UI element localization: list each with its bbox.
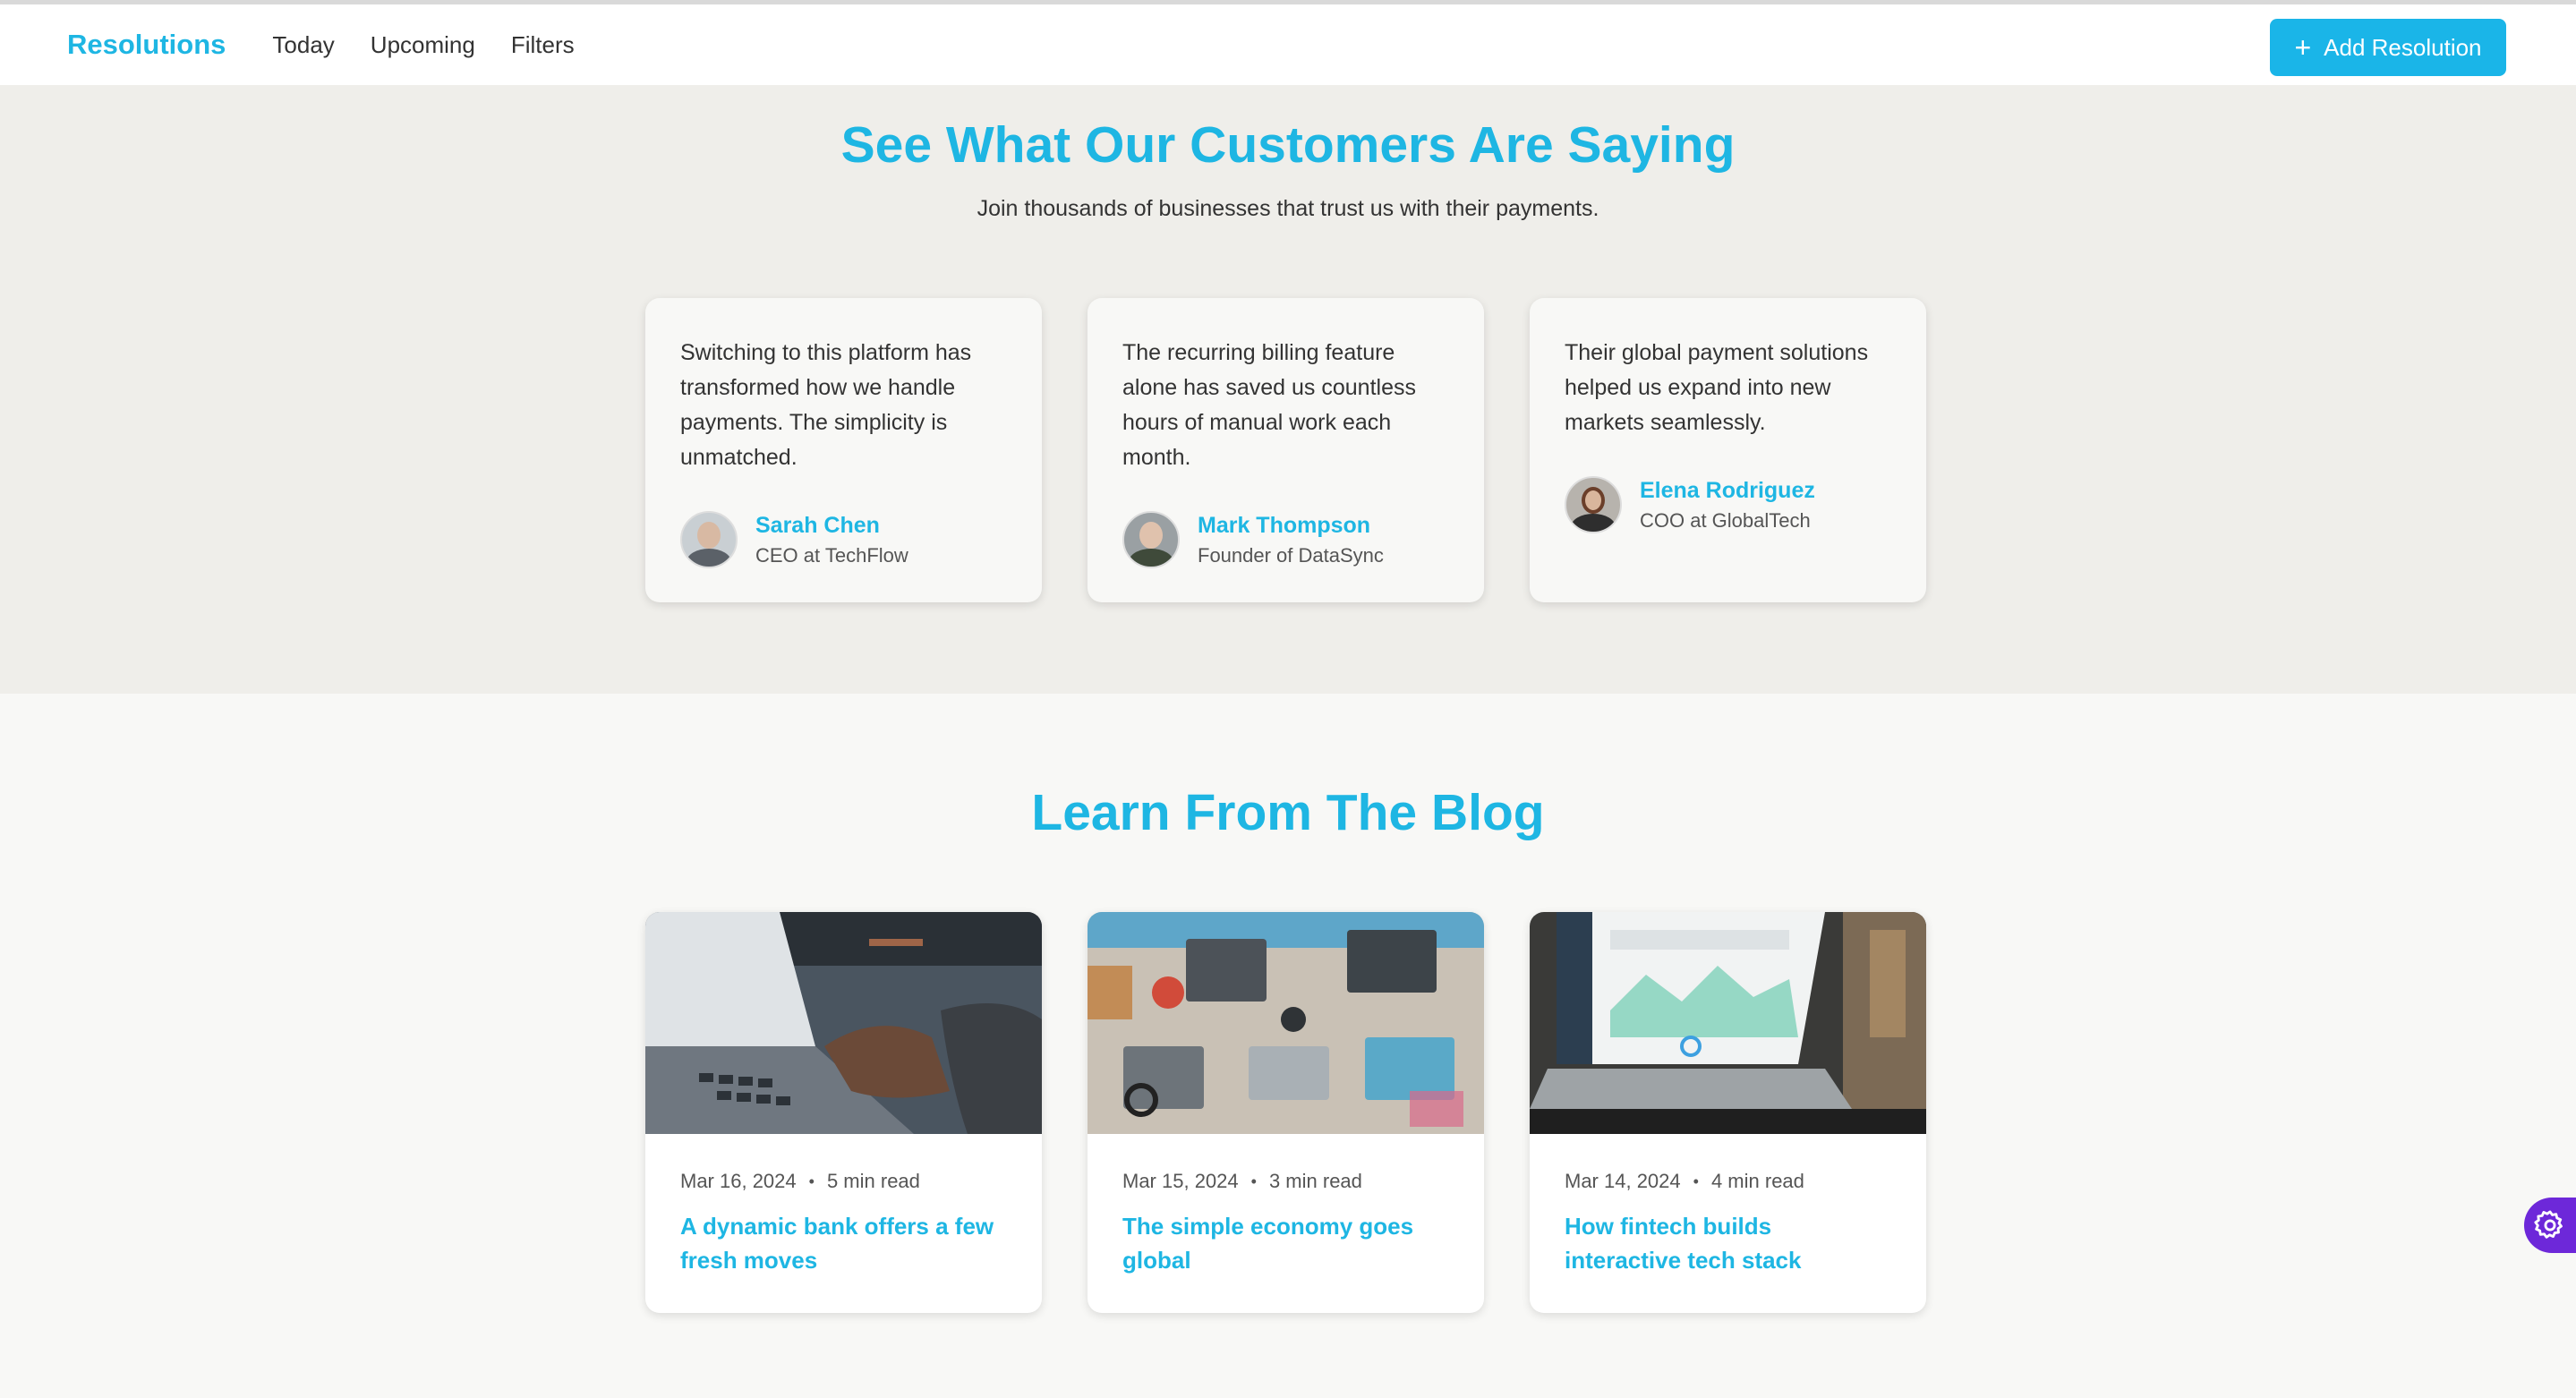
- blog-date: Mar 15, 2024: [1122, 1170, 1239, 1192]
- plus-icon: +: [2294, 31, 2312, 64]
- separator-dot: •: [808, 1172, 815, 1190]
- top-nav: Resolutions Today Upcoming Filters + Add…: [0, 4, 2576, 85]
- author-role: COO at GlobalTech: [1640, 508, 1811, 532]
- testimonial-quote: Their global payment solutions helped us…: [1565, 340, 1869, 435]
- nav-link-today[interactable]: Today: [272, 31, 334, 59]
- testimonials-subtitle: Join thousands of businesses that trust …: [977, 196, 1599, 221]
- blog-date: Mar 16, 2024: [680, 1170, 797, 1192]
- blog-read-time: 3 min read: [1268, 1170, 1362, 1192]
- testimonial-author: Elena Rodriguez COO at GlobalTech: [1565, 476, 1891, 533]
- testimonial-card: Switching to this platform has transform…: [645, 298, 1042, 602]
- blog-cards: Mar 16, 2024 • 5 min read A dynamic bank…: [645, 912, 1926, 1313]
- nav-link-filters[interactable]: Filters: [511, 31, 575, 59]
- avatar: [680, 511, 738, 568]
- author-name: Sarah Chen: [755, 512, 880, 538]
- blog-meta: Mar 14, 2024 • 4 min read: [1565, 1170, 1891, 1193]
- testimonial-quote: Switching to this platform has transform…: [680, 340, 972, 470]
- testimonial-cards: Switching to this platform has transform…: [645, 298, 1926, 602]
- separator-dot: •: [1693, 1172, 1699, 1190]
- avatar: [1565, 476, 1622, 533]
- blog-image-team-desk: [1088, 912, 1484, 1134]
- brand-logo[interactable]: Resolutions: [67, 29, 226, 61]
- separator-dot: •: [1250, 1172, 1257, 1190]
- blog-section: Learn From The Blog Mar 16, 2024 • 5 min…: [0, 694, 2576, 1398]
- testimonial-card: The recurring billing feature alone has …: [1088, 298, 1484, 602]
- blog-card[interactable]: Mar 16, 2024 • 5 min read A dynamic bank…: [645, 912, 1042, 1313]
- avatar: [1122, 511, 1180, 568]
- author-name: Mark Thompson: [1198, 512, 1371, 538]
- add-resolution-label: Add Resolution: [2324, 33, 2482, 61]
- blog-read-time: 5 min read: [826, 1170, 920, 1192]
- blog-card[interactable]: Mar 15, 2024 • 3 min read The simple eco…: [1088, 912, 1484, 1313]
- testimonial-quote: The recurring billing feature alone has …: [1122, 340, 1416, 470]
- blog-meta: Mar 15, 2024 • 3 min read: [1122, 1170, 1449, 1193]
- add-resolution-button[interactable]: + Add Resolution: [2270, 19, 2506, 76]
- testimonials-section: See What Our Customers Are Saying Join t…: [0, 85, 2576, 694]
- testimonial-author: Sarah Chen CEO at TechFlow: [680, 511, 1007, 568]
- blog-card[interactable]: Mar 14, 2024 • 4 min read How fintech bu…: [1530, 912, 1926, 1313]
- author-role: Founder of DataSync: [1198, 543, 1384, 567]
- settings-fab[interactable]: [2524, 1198, 2576, 1253]
- blog-image-dashboard-laptop: [1530, 912, 1926, 1134]
- blog-post-title[interactable]: How fintech builds interactive tech stac…: [1565, 1209, 1891, 1277]
- blog-image-laptop-typing: [645, 912, 1042, 1134]
- blog-read-time: 4 min read: [1710, 1170, 1804, 1192]
- blog-post-title[interactable]: The simple economy goes global: [1122, 1209, 1449, 1277]
- gear-icon: [2534, 1210, 2563, 1239]
- nav-links: Today Upcoming Filters: [272, 31, 574, 59]
- blog-date: Mar 14, 2024: [1565, 1170, 1681, 1192]
- nav-link-upcoming[interactable]: Upcoming: [371, 31, 475, 59]
- testimonial-author: Mark Thompson Founder of DataSync: [1122, 511, 1449, 568]
- testimonials-title: See What Our Customers Are Saying: [840, 116, 1736, 174]
- author-role: CEO at TechFlow: [755, 543, 908, 567]
- blog-meta: Mar 16, 2024 • 5 min read: [680, 1170, 1007, 1193]
- blog-title: Learn From The Blog: [1031, 784, 1545, 841]
- testimonial-card: Their global payment solutions helped us…: [1530, 298, 1926, 602]
- blog-post-title[interactable]: A dynamic bank offers a few fresh moves: [680, 1209, 1007, 1277]
- author-name: Elena Rodriguez: [1640, 477, 1815, 503]
